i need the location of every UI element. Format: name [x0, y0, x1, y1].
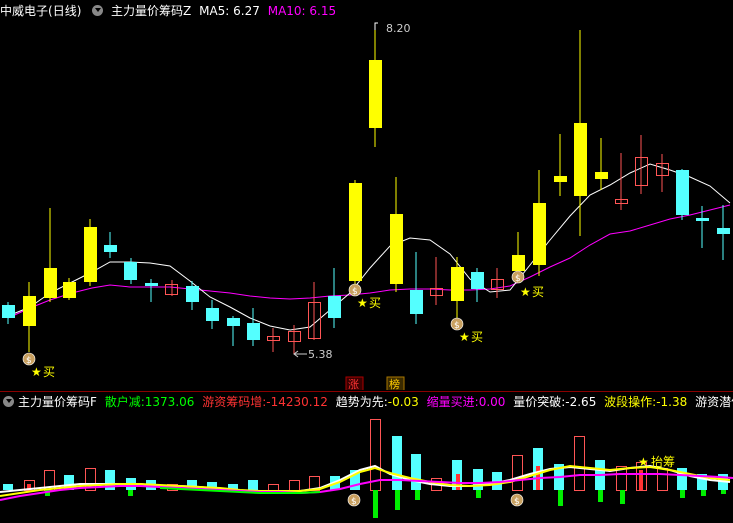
ma5-value: MA5: 6.27 — [199, 4, 260, 18]
high-price-marker: 8.20 — [374, 22, 411, 35]
svg-text:涨: 涨 — [348, 378, 359, 390]
low-price-label: 5.38 — [308, 348, 333, 361]
sub-indicator-name[interactable]: 主力量价筹码F — [18, 395, 97, 409]
swing-label: 波段操作: — [604, 395, 657, 409]
star-icon: ★ — [357, 296, 368, 310]
sub-money-bag-1: $ — [347, 493, 361, 507]
hot-money-label: 游资筹码增: — [202, 395, 267, 409]
lurk-label: 游资潜伏1: — [695, 395, 733, 409]
svg-text:$: $ — [514, 497, 520, 507]
retail-value: 1373.06 — [144, 395, 195, 409]
rank-tag[interactable]: 榜 — [386, 376, 405, 390]
period-label: (日线) — [48, 4, 82, 18]
low-price-marker: 5.38 — [293, 348, 333, 361]
sub-money-bag-2: $ — [510, 493, 524, 507]
raise-chips-signal: ★ 抬筹 — [638, 455, 675, 469]
trend-label: 趋势为先: — [335, 395, 388, 409]
buy-label: 买 — [471, 330, 483, 344]
ma10-value: MA10: 6.15 — [267, 4, 337, 18]
buy-signal-3: $ ★ 买 — [450, 301, 483, 344]
star-icon: ★ — [638, 455, 649, 469]
rise-tag[interactable]: 涨 — [345, 376, 364, 390]
main-chart-header: 中威电子(日线) 主力量价筹码Z MA5: 6.27 MA10: 6.15 — [0, 1, 340, 21]
svg-text:$: $ — [351, 497, 357, 507]
indicator-dropdown-icon[interactable] — [92, 5, 104, 16]
breakout-label: 量价突破: — [513, 395, 566, 409]
high-price-label: 8.20 — [386, 22, 411, 35]
stock-name: 中威电子 — [0, 4, 49, 18]
hot-money-value: -14230.12 — [266, 395, 328, 409]
main-indicator-name[interactable]: 主力量价筹码Z — [111, 4, 191, 18]
buy-signal-2: $ ★ 买 — [348, 283, 381, 310]
buy-label: 买 — [43, 365, 55, 379]
volume-indicator-chart[interactable]: $ $ ★ 抬筹 — [0, 413, 733, 523]
shrink-value: 0.00 — [478, 395, 506, 409]
svg-text:榜: 榜 — [389, 377, 400, 390]
buy-signal-1: $ ★ 买 — [22, 330, 55, 379]
trend-value: -0.03 — [387, 395, 419, 409]
sub-chart-header: 主力量价筹码F 散户减:1373.06 游资筹码增:-14230.12 趋势为先… — [0, 392, 733, 412]
sub-indicator-dropdown-icon[interactable] — [3, 396, 14, 407]
buy-label: 买 — [532, 285, 544, 299]
shrink-label: 缩量买进: — [426, 395, 479, 409]
star-icon: ★ — [520, 285, 531, 299]
swing-value: -1.38 — [656, 395, 688, 409]
star-icon: ★ — [31, 365, 42, 379]
breakout-value: -2.65 — [565, 395, 597, 409]
star-icon: ★ — [459, 330, 470, 344]
buy-label: 买 — [369, 296, 381, 310]
svg-text:$: $ — [515, 274, 521, 284]
candlestick-chart[interactable]: 8.20 5.38 $ ★ 买 $ ★ 买 $ ★ 买 $ ★ 买 涨 榜 — [0, 20, 733, 390]
retail-label: 散户减: — [104, 395, 145, 409]
raise-label: 抬筹 — [651, 455, 675, 469]
